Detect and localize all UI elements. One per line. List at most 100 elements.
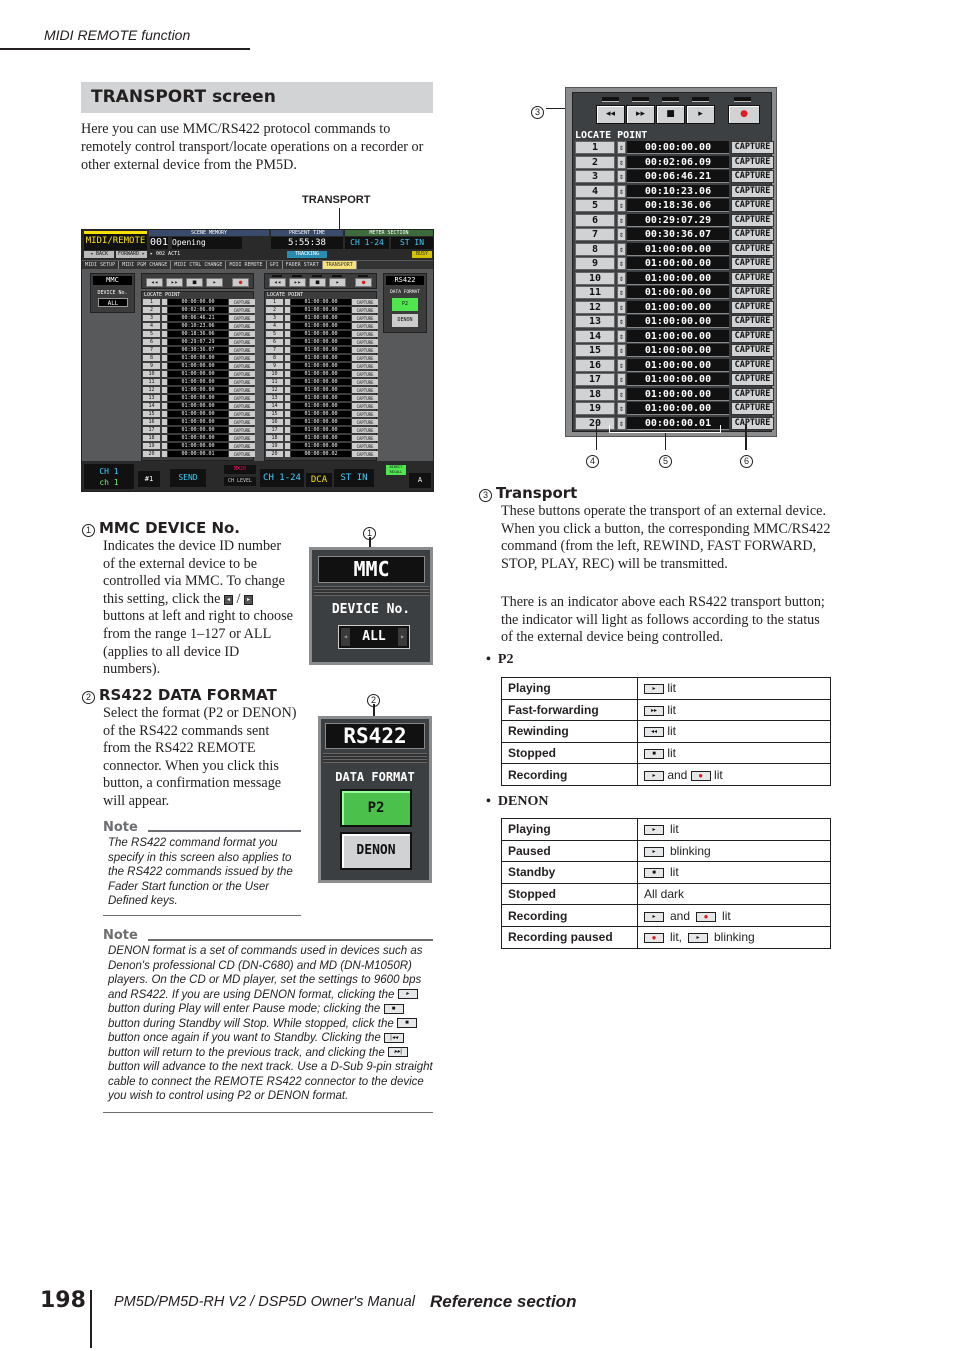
play-button[interactable]: ▸: [329, 278, 346, 287]
locate-number-button[interactable]: 20: [266, 451, 283, 457]
capture-button[interactable]: CAPTURE: [229, 339, 255, 345]
locate-time[interactable]: 00:29:07.29: [168, 339, 228, 345]
capture-button[interactable]: CAPTURE: [229, 419, 255, 425]
locate-number-button[interactable]: 9: [143, 363, 160, 369]
stop-button[interactable]: ■: [656, 105, 685, 124]
capture-button[interactable]: CAPTURE: [229, 387, 255, 393]
locate-number-button[interactable]: 13: [143, 395, 160, 401]
denon-format-button[interactable]: DENON: [340, 832, 412, 870]
screen-tab-2[interactable]: MIDI CTRL CHANGE: [171, 261, 227, 269]
stop-button[interactable]: ■: [309, 278, 326, 287]
capture-button[interactable]: CAPTURE: [229, 395, 255, 401]
forward-button[interactable]: FORWARD ▸: [116, 251, 147, 258]
locate-number-button[interactable]: 5: [143, 331, 160, 337]
locate-number-button[interactable]: 6: [575, 213, 615, 227]
spin-icon[interactable]: [162, 299, 167, 305]
capture-button[interactable]: CAPTURE: [352, 379, 378, 385]
input-ch[interactable]: CH 1-24: [260, 469, 304, 487]
spin-icon[interactable]: [162, 427, 167, 433]
spin-icon[interactable]: [285, 419, 290, 425]
locate-number-button[interactable]: 19: [575, 402, 615, 415]
capture-button[interactable]: CAPTURE: [352, 323, 378, 329]
locate-time[interactable]: 00:10:23.06: [168, 323, 228, 329]
spin-icon[interactable]: [162, 395, 167, 401]
locate-time[interactable]: 00:02:06.09: [168, 307, 228, 313]
meter-st-in[interactable]: ST IN: [391, 237, 433, 249]
screen-tab-1[interactable]: MIDI PGM CHANGE: [119, 261, 172, 269]
locate-number-button[interactable]: 8: [575, 242, 615, 256]
rec-button[interactable]: ●: [728, 105, 760, 124]
locate-number-button[interactable]: 8: [143, 355, 160, 361]
locate-time[interactable]: 01:00:00.00: [168, 427, 228, 433]
locate-time[interactable]: 00:30:36.07: [627, 228, 729, 241]
spin-icon[interactable]: ⇕: [617, 329, 626, 343]
locate-number-button[interactable]: 18: [143, 435, 160, 441]
spin-icon[interactable]: [285, 451, 290, 457]
spin-icon[interactable]: [162, 323, 167, 329]
capture-button[interactable]: CAPTURE: [352, 315, 378, 321]
locate-time[interactable]: 01:00:00.00: [291, 299, 351, 305]
capture-button[interactable]: CAPTURE: [352, 443, 378, 449]
locate-time[interactable]: 01:00:00.00: [627, 315, 729, 328]
mix-section-send[interactable]: SEND: [170, 469, 206, 487]
spin-icon[interactable]: ⇕: [617, 300, 626, 314]
capture-button[interactable]: CAPTURE: [731, 141, 774, 154]
spin-icon[interactable]: [162, 347, 167, 353]
capture-button[interactable]: CAPTURE: [352, 347, 378, 353]
spin-icon[interactable]: [162, 443, 167, 449]
locate-time[interactable]: 01:00:00.00: [168, 403, 228, 409]
rewind-button[interactable]: ◂◂: [596, 105, 625, 124]
spin-icon[interactable]: ⇕: [617, 373, 626, 386]
locate-number-button[interactable]: 6: [266, 339, 283, 345]
spin-icon[interactable]: [162, 379, 167, 385]
capture-button[interactable]: CAPTURE: [229, 331, 255, 337]
capture-button[interactable]: CAPTURE: [352, 387, 378, 393]
chevron-left-icon[interactable]: ◂: [341, 628, 350, 646]
capture-button[interactable]: CAPTURE: [731, 257, 774, 270]
capture-button[interactable]: CAPTURE: [229, 355, 255, 361]
spin-icon[interactable]: [285, 315, 290, 321]
locate-number-button[interactable]: 20: [143, 451, 160, 457]
spin-icon[interactable]: ⇕: [617, 344, 626, 357]
locate-time[interactable]: 01:00:00.00: [291, 419, 351, 425]
locate-time[interactable]: 01:00:00.00: [168, 355, 228, 361]
capture-button[interactable]: CAPTURE: [229, 379, 255, 385]
fast-forward-button[interactable]: ▸▸: [289, 278, 306, 287]
locate-time[interactable]: 00:00:00.02: [291, 451, 351, 457]
locate-number-button[interactable]: 3: [266, 315, 283, 321]
format-p2-button[interactable]: P2: [392, 298, 418, 311]
locate-time[interactable]: 01:00:00.00: [168, 443, 228, 449]
locate-time[interactable]: 01:00:00.00: [627, 387, 729, 401]
spin-icon[interactable]: [285, 347, 290, 353]
spin-icon[interactable]: [285, 403, 290, 409]
meter-ch-range[interactable]: CH 1-24: [345, 237, 389, 249]
spin-icon[interactable]: [285, 363, 290, 369]
locate-number-button[interactable]: 13: [266, 395, 283, 401]
locate-number-button[interactable]: 17: [266, 427, 283, 433]
locate-number-button[interactable]: 6: [143, 339, 160, 345]
capture-button[interactable]: CAPTURE: [731, 184, 774, 198]
spin-icon[interactable]: [285, 435, 290, 441]
ch-level[interactable]: CH LEVEL: [224, 477, 256, 486]
locate-time[interactable]: 01:00:00.00: [291, 387, 351, 393]
locate-number-button[interactable]: 9: [266, 363, 283, 369]
locate-number-button[interactable]: 19: [143, 443, 160, 449]
spin-icon[interactable]: [162, 339, 167, 345]
locate-number-button[interactable]: 18: [575, 387, 615, 401]
locate-number-button[interactable]: 1: [266, 299, 283, 305]
locate-number-button[interactable]: 14: [575, 329, 615, 343]
spin-icon[interactable]: ⇕: [617, 141, 626, 154]
locate-time[interactable]: 01:00:00.00: [627, 402, 729, 415]
spin-icon[interactable]: [162, 411, 167, 417]
locate-time[interactable]: 01:00:00.00: [627, 271, 729, 285]
capture-button[interactable]: CAPTURE: [229, 403, 255, 409]
spin-icon[interactable]: [285, 411, 290, 417]
direct-recall[interactable]: DIRECT RECALL: [386, 465, 406, 475]
spin-icon[interactable]: ⇕: [617, 170, 626, 183]
locate-number-button[interactable]: 16: [143, 419, 160, 425]
locate-number-button[interactable]: 12: [575, 300, 615, 314]
spin-icon[interactable]: ⇕: [617, 315, 626, 328]
locate-number-button[interactable]: 19: [266, 443, 283, 449]
locate-time[interactable]: 01:00:00.00: [291, 323, 351, 329]
locate-time[interactable]: 01:00:00.00: [627, 286, 729, 299]
